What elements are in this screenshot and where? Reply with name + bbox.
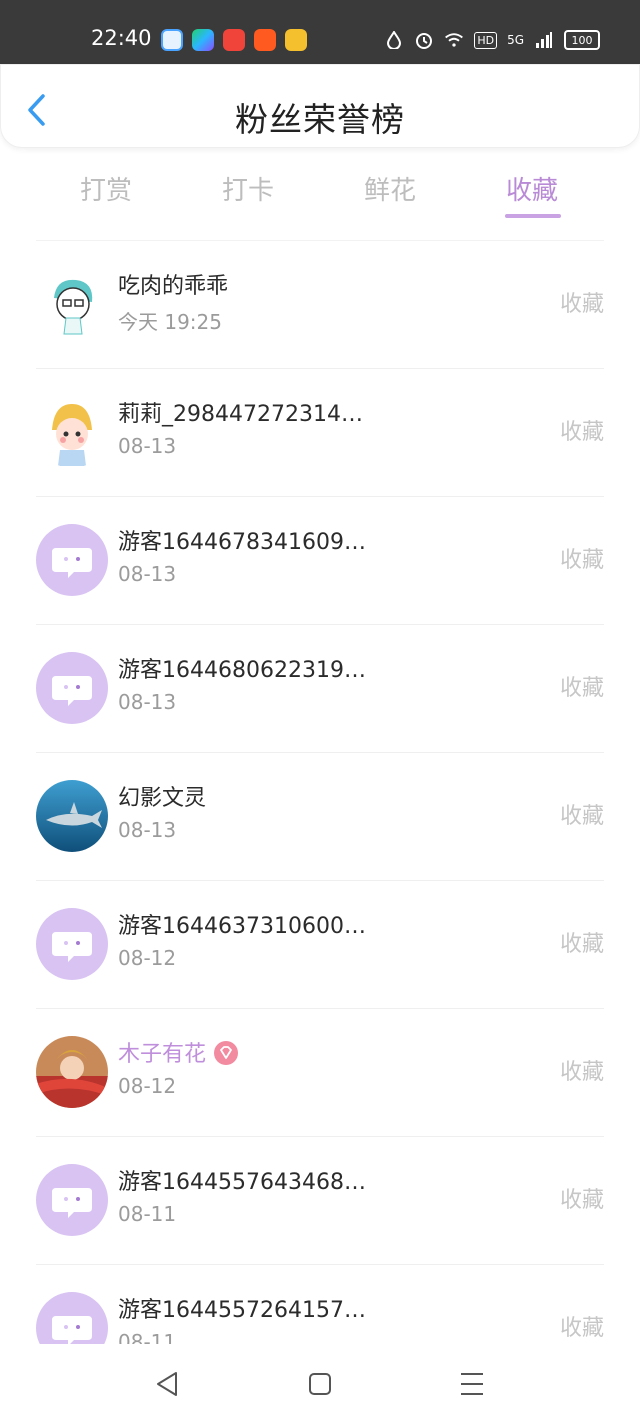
fan-list: 吃肉的乖乖 今天 19:25 收藏 莉莉_298447272314… 08-13… — [0, 240, 640, 1392]
list-item[interactable]: 游客1644678341609… 08-13 收藏 — [0, 496, 640, 624]
list-item[interactable]: 游客1644557643468… 08-11 收藏 — [0, 1136, 640, 1264]
alarm-icon — [414, 30, 434, 50]
network-label: 5G — [507, 33, 524, 47]
tab-checkin[interactable]: 打卡 — [222, 170, 274, 207]
favorite-label: 收藏 — [559, 1060, 604, 1085]
favorite-label: 收藏 — [559, 1316, 604, 1341]
user-name: 幻影文灵 — [118, 786, 207, 811]
app-icon-yellow — [285, 29, 307, 51]
system-nav-bar — [0, 1344, 640, 1422]
user-name: 游客1644680622319… — [118, 658, 366, 683]
chat-bubble-avatar[interactable] — [36, 908, 108, 980]
favorite-date: 08-12 — [118, 1074, 177, 1098]
favorite-date: 08-11 — [118, 1202, 177, 1226]
tab-bar: 打赏 打卡 鲜花 收藏 — [0, 160, 640, 220]
tab-favorites[interactable]: 收藏 — [506, 170, 558, 207]
shark-photo-avatar[interactable] — [36, 780, 108, 852]
battery-icon: 100 — [564, 30, 600, 50]
chat-bubble-avatar[interactable] — [36, 524, 108, 596]
user-name: 木子有花 — [118, 1042, 207, 1067]
favorite-label: 收藏 — [559, 420, 604, 445]
list-item[interactable]: 游客1644680622319… 08-13 收藏 — [0, 624, 640, 752]
app-icon-iqiyi — [192, 29, 214, 51]
favorite-date: 08-13 — [118, 690, 177, 714]
vip-diamond-icon — [214, 1041, 239, 1065]
active-tab-indicator — [505, 214, 561, 218]
status-time: 22:40 — [91, 26, 152, 50]
favorite-date: 08-13 — [118, 434, 177, 458]
back-triangle-icon[interactable] — [148, 1366, 188, 1402]
user-name: 游客1644637310600… — [118, 914, 366, 939]
user-name: 游客1644678341609… — [118, 530, 366, 555]
user-name-row: 木子有花 — [118, 1036, 239, 1068]
costume-photo-avatar[interactable] — [36, 1036, 108, 1108]
hd-badge: HD — [474, 31, 498, 49]
chat-bubble-avatar[interactable] — [36, 1164, 108, 1236]
app-icon-red — [254, 29, 276, 51]
user-name: 游客1644557264157… — [118, 1298, 366, 1323]
page-title: 粉丝荣誉榜 — [235, 100, 405, 139]
list-item[interactable]: 莉莉_298447272314… 08-13 收藏 — [0, 368, 640, 496]
tab-flowers[interactable]: 鲜花 — [364, 170, 416, 207]
favorite-date: 今天 19:25 — [118, 310, 222, 334]
favorite-label: 收藏 — [559, 292, 604, 317]
favorite-date: 08-13 — [118, 562, 177, 586]
list-item[interactable]: 吃肉的乖乖 今天 19:25 收藏 — [0, 240, 640, 368]
notification-icons — [161, 29, 307, 51]
list-item[interactable]: 游客1644637310600… 08-12 收藏 — [0, 880, 640, 1008]
menu-lines-icon[interactable] — [452, 1366, 492, 1402]
user-name: 游客1644557643468… — [118, 1170, 366, 1195]
cartoon-glasses-avatar[interactable] — [36, 268, 108, 340]
home-square-icon[interactable] — [300, 1366, 340, 1402]
tab-reward[interactable]: 打赏 — [80, 170, 132, 207]
favorite-label: 收藏 — [559, 804, 604, 829]
favorite-label: 收藏 — [559, 676, 604, 701]
list-item[interactable]: 幻影文灵 08-13 收藏 — [0, 752, 640, 880]
signal-icon — [534, 30, 554, 50]
list-item[interactable]: 木子有花 08-12 收藏 — [0, 1008, 640, 1136]
user-name: 莉莉_298447272314… — [118, 402, 363, 427]
page-header: 粉丝荣誉榜 — [0, 64, 640, 148]
favorite-date: 08-13 — [118, 818, 177, 842]
app-icon-toutiao — [223, 29, 245, 51]
user-name: 吃肉的乖乖 — [118, 274, 229, 299]
favorite-label: 收藏 — [559, 932, 604, 957]
wifi-icon — [444, 30, 464, 50]
favorite-label: 收藏 — [559, 548, 604, 573]
water-drop-icon — [384, 30, 404, 50]
cartoon-girl-avatar[interactable] — [36, 396, 108, 468]
app-icon-a — [161, 29, 183, 51]
status-bar: 22:40 HD 5G 100 — [0, 0, 640, 64]
system-icons: HD 5G 100 — [384, 30, 600, 50]
chat-bubble-avatar[interactable] — [36, 652, 108, 724]
favorite-date: 08-12 — [118, 946, 177, 970]
favorite-label: 收藏 — [559, 1188, 604, 1213]
